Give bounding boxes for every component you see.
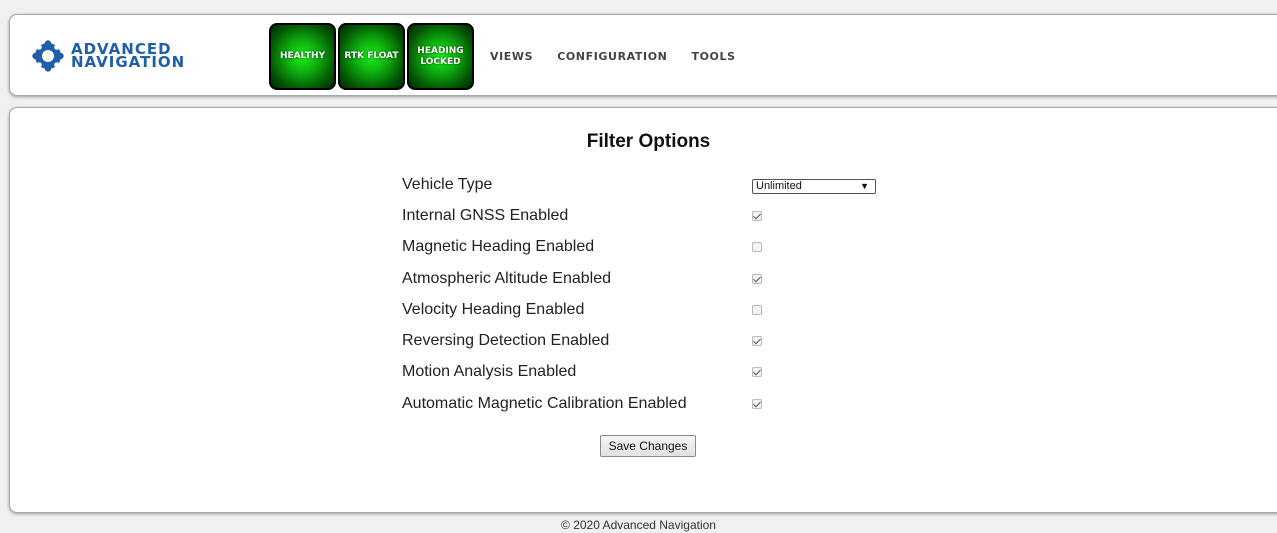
status-heading-locked-line1: HEADING xyxy=(417,45,464,56)
option-label: Internal GNSS Enabled xyxy=(402,207,569,224)
main-nav: VIEWS CONFIGURATION TOOLS xyxy=(490,50,736,63)
checkbox-atmospheric-altitude[interactable] xyxy=(752,274,762,284)
checkbox-motion-analysis[interactable] xyxy=(752,367,762,377)
status-healthy-label: HEALTHY xyxy=(279,51,326,61)
vehicle-type-label: Vehicle Type xyxy=(402,176,493,193)
checkbox-magnetic-heading[interactable] xyxy=(752,242,762,252)
status-heading-locked-line2: LOCKED xyxy=(420,56,461,67)
filter-options-panel: Filter Options Vehicle Type Unlimited ▼ … xyxy=(9,107,1277,513)
nav-tools[interactable]: TOOLS xyxy=(691,50,735,63)
checkbox-internal-gnss[interactable] xyxy=(752,211,762,221)
status-heading-locked[interactable]: HEADING LOCKED xyxy=(407,23,474,90)
header-bar: ADVANCED NAVIGATION HEALTHY RTK FLOAT HE… xyxy=(9,14,1277,96)
advanced-navigation-logo-icon xyxy=(32,40,64,72)
option-row-reversing-detection: Reversing Detection Enabled xyxy=(402,332,882,356)
page-title: Filter Options xyxy=(586,131,711,152)
checkbox-automatic-magnetic-calibration[interactable] xyxy=(752,399,762,409)
option-row-internal-gnss: Internal GNSS Enabled xyxy=(402,207,882,231)
status-rtk-float[interactable]: RTK FLOAT xyxy=(338,23,405,90)
dropdown-arrow-icon: ▼ xyxy=(860,181,869,191)
save-changes-button[interactable]: Save Changes xyxy=(600,435,696,457)
brand-logo[interactable]: ADVANCED NAVIGATION xyxy=(32,40,185,72)
option-row-velocity-heading: Velocity Heading Enabled xyxy=(402,301,882,325)
option-label: Atmospheric Altitude Enabled xyxy=(402,270,612,287)
vehicle-type-value: Unlimited xyxy=(756,180,802,192)
option-row-atmospheric-altitude: Atmospheric Altitude Enabled xyxy=(402,270,882,294)
status-rtk-float-label: RTK FLOAT xyxy=(344,51,399,61)
checkbox-velocity-heading[interactable] xyxy=(752,305,762,315)
checkbox-reversing-detection[interactable] xyxy=(752,336,762,346)
option-label: Reversing Detection Enabled xyxy=(402,332,610,349)
brand-name-line2: NAVIGATION xyxy=(71,53,186,71)
nav-configuration[interactable]: CONFIGURATION xyxy=(557,50,667,63)
option-label: Magnetic Heading Enabled xyxy=(402,238,595,255)
nav-views[interactable]: VIEWS xyxy=(490,50,533,63)
option-label: Motion Analysis Enabled xyxy=(402,363,577,380)
vehicle-type-row: Vehicle Type Unlimited ▼ xyxy=(402,176,882,200)
option-row-automatic-magnetic-calibration: Automatic Magnetic Calibration Enabled xyxy=(402,395,882,419)
option-label: Automatic Magnetic Calibration Enabled xyxy=(402,395,687,412)
brand-name: ADVANCED NAVIGATION xyxy=(71,42,186,71)
status-indicators: HEALTHY RTK FLOAT HEADING LOCKED xyxy=(269,23,474,90)
footer-copyright: © 2020 Advanced Navigation xyxy=(561,518,716,532)
option-row-motion-analysis: Motion Analysis Enabled xyxy=(402,363,882,387)
option-label: Velocity Heading Enabled xyxy=(402,301,585,318)
vehicle-type-select[interactable]: Unlimited ▼ xyxy=(752,179,876,194)
option-row-magnetic-heading: Magnetic Heading Enabled xyxy=(402,238,882,262)
browser-top-edge xyxy=(0,0,1277,7)
status-healthy[interactable]: HEALTHY xyxy=(269,23,336,90)
